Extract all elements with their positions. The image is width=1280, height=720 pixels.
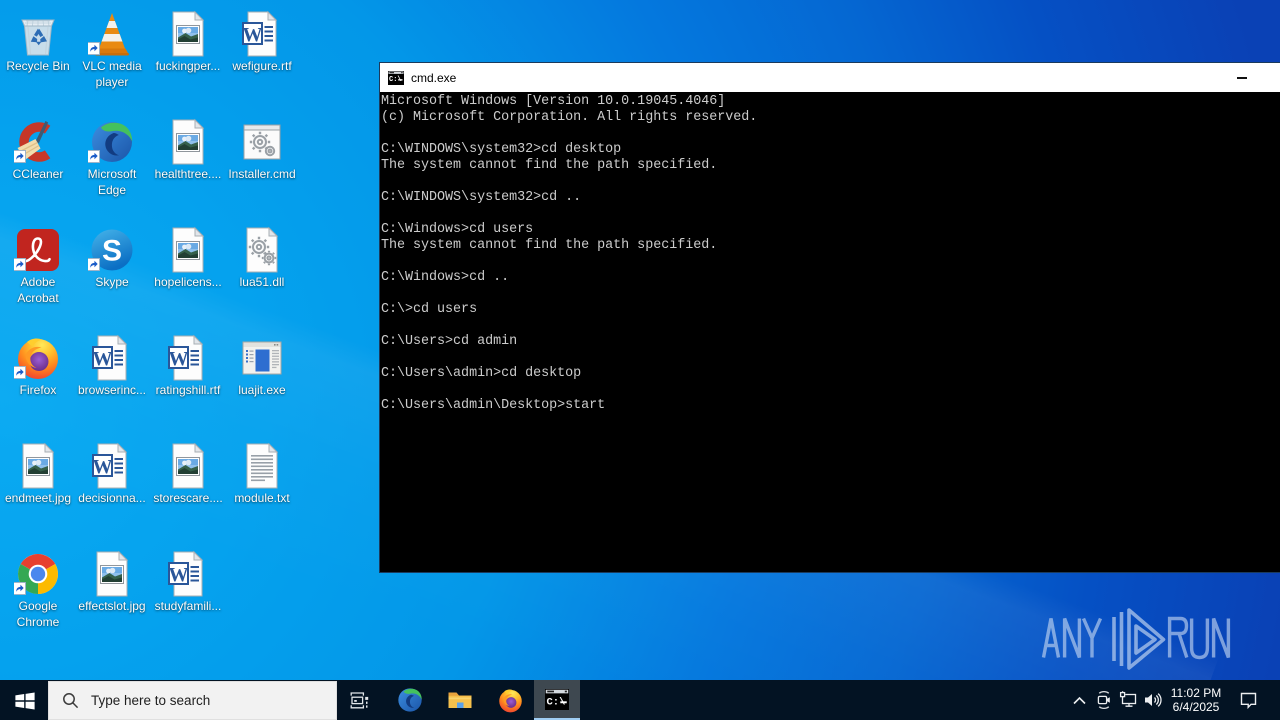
svg-text:S: S [102,235,122,268]
